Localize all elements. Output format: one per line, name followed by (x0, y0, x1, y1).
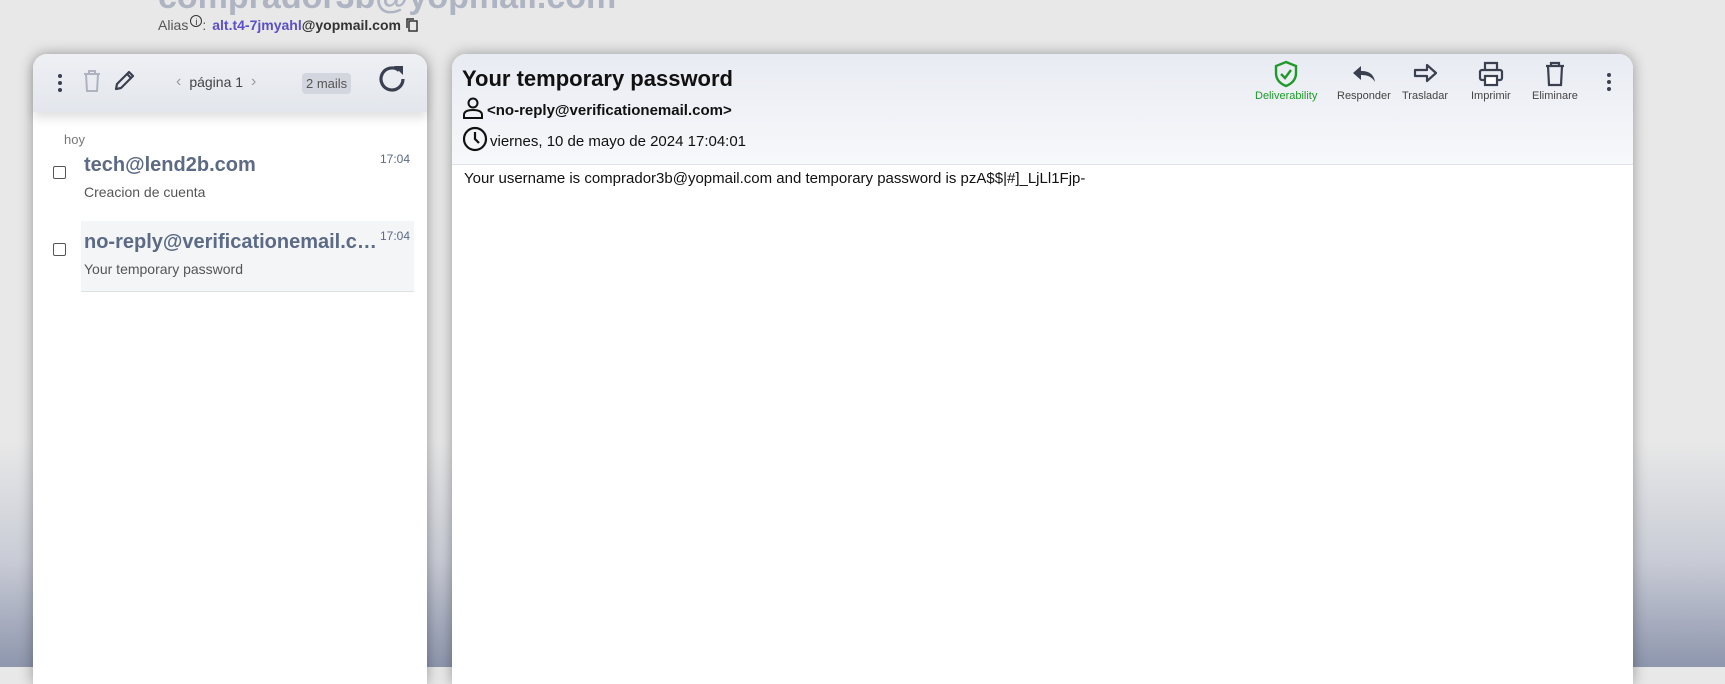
message-from: <no-reply@verificationemail.com> (462, 96, 732, 124)
list-toolbar: ‹ página 1 › 2 mails (33, 54, 427, 112)
clock-icon (462, 126, 488, 156)
prev-page-icon[interactable]: ‹ (176, 73, 181, 91)
alias-separator: : (202, 17, 207, 33)
mail-subject: Creacion de cuenta (84, 184, 206, 200)
inbox-list-panel: ‹ página 1 › 2 mails hoy tech@lend2b.com… (33, 54, 427, 684)
page-label: página 1 (189, 74, 244, 90)
pagination: ‹ página 1 › (168, 73, 264, 91)
forward-label: Trasladar (1402, 90, 1449, 102)
mail-checkbox[interactable] (53, 166, 66, 179)
reply-label: Responder (1337, 90, 1391, 102)
message-date: viernes, 10 de mayo de 2024 17:04:01 (462, 126, 746, 156)
alias-domain: @yopmail.com (301, 17, 401, 33)
mail-checkbox[interactable] (53, 243, 66, 256)
print-button[interactable]: Imprimir (1471, 60, 1511, 102)
message-body: Your username is comprador3b@yopmail.com… (464, 170, 1086, 187)
more-options-icon[interactable] (58, 71, 64, 95)
inbox-title: comprador3b@yopmail.com (158, 0, 616, 17)
print-label: Imprimir (1471, 90, 1511, 102)
next-page-icon[interactable]: › (251, 73, 256, 91)
alias-label: Alias (158, 17, 189, 33)
mail-time: 17:04 (379, 229, 410, 243)
refresh-icon[interactable] (375, 62, 409, 101)
print-icon (1478, 61, 1503, 87)
compose-icon[interactable] (113, 68, 137, 97)
mail-sender: tech@lend2b.com (84, 154, 256, 176)
reply-icon (1352, 66, 1375, 82)
date-text: viernes, 10 de mayo de 2024 17:04:01 (490, 132, 747, 150)
deliverability-label: Deliverability (1255, 90, 1318, 102)
mail-list-item-selected[interactable]: no-reply@verificationemail.com 17:04 You… (81, 221, 414, 292)
trash-icon[interactable] (83, 70, 101, 97)
forward-icon (1413, 63, 1438, 83)
mail-time: 17:04 (379, 152, 410, 166)
delete-button[interactable]: Eliminare (1532, 60, 1578, 102)
mail-subject: Your temporary password (84, 261, 244, 277)
info-icon[interactable]: i (190, 15, 203, 27)
message-subject: Your temporary password (462, 66, 733, 91)
trash-icon (1545, 61, 1564, 87)
forward-button[interactable]: Trasladar (1402, 60, 1448, 102)
more-options-icon[interactable] (1607, 70, 1613, 94)
mail-sender: no-reply@verificationemail.com (84, 231, 379, 253)
alias-row: Alias i : alt.t4-7jmyahl @yopmail.com (158, 15, 419, 33)
deliverability-button[interactable]: Deliverability (1255, 60, 1317, 102)
person-icon (462, 96, 484, 124)
reply-button[interactable]: Responder (1337, 60, 1391, 102)
copy-icon[interactable] (405, 17, 419, 33)
alias-name-link[interactable]: alt.t4-7jmyahl (212, 17, 301, 33)
mail-count-badge: 2 mails (302, 73, 352, 94)
delete-label: Eliminare (1532, 90, 1578, 102)
message-panel: Your temporary password <no-reply@verifi… (452, 54, 1633, 684)
mail-list-item[interactable]: tech@lend2b.com 17:04 Creacion de cuenta (81, 144, 414, 214)
message-header: Your temporary password <no-reply@verifi… (452, 54, 1633, 165)
shield-check-icon (1274, 60, 1298, 88)
sender-address[interactable]: <no-reply@verificationemail.com> (487, 102, 732, 119)
